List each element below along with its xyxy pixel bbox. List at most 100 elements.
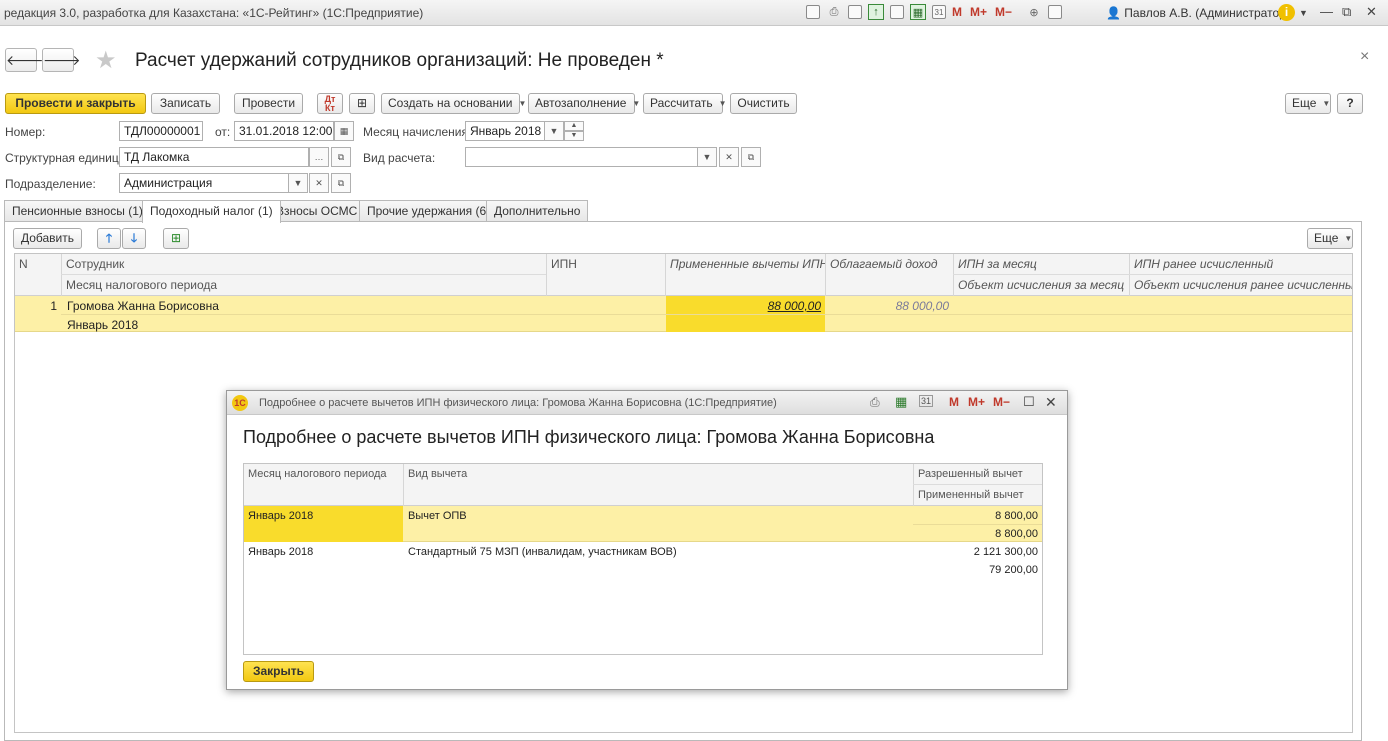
table-more-button[interactable]: Еще ▼ xyxy=(1307,228,1353,249)
deduction-type-value[interactable]: Вычет ОПВ xyxy=(408,510,467,522)
allowed-deduction-value[interactable]: 8 800,00 xyxy=(914,510,1038,522)
info-icon[interactable]: i xyxy=(1278,4,1295,21)
applied-deductions-value[interactable]: 88 000,00 xyxy=(666,299,821,313)
col-applied-deduction[interactable]: Примененный вычет xyxy=(914,489,1042,501)
close-form-icon[interactable]: × xyxy=(1360,48,1369,66)
deduction-type-value[interactable]: Стандартный 75 МЗП (инвалидам, участника… xyxy=(408,546,677,558)
print-icon[interactable]: ⎙ xyxy=(826,4,842,20)
add-row-button[interactable]: Добавить xyxy=(13,228,82,249)
panels-icon[interactable] xyxy=(1048,5,1063,19)
zoom-icon[interactable]: ⊕ xyxy=(1026,4,1042,20)
header-row-divider xyxy=(953,274,1352,275)
calendar-icon[interactable]: 31 xyxy=(932,5,946,19)
col-ipn-previous[interactable]: ИПН ранее исчисленный xyxy=(1130,257,1352,271)
autofill-button[interactable]: Автозаполнение ▼ xyxy=(528,93,640,114)
move-up-icon[interactable]: 🡑 xyxy=(97,228,121,249)
chevron-down-icon: ▼ xyxy=(718,99,727,109)
back-button[interactable]: 🡐 xyxy=(5,48,44,72)
memory-minus-button[interactable]: M− xyxy=(993,395,1010,409)
dialog-window-title: Подробнее о расчете вычетов ИПН физическ… xyxy=(259,397,777,409)
memory-m-button[interactable]: M xyxy=(949,395,959,409)
memory-plus-button[interactable]: M+ xyxy=(968,395,985,409)
close-button[interactable]: Закрыть xyxy=(243,661,314,682)
department-field[interactable]: Администрация xyxy=(119,173,289,193)
table-more-label: Еще xyxy=(1314,231,1339,245)
tab-additional[interactable]: Дополнительно xyxy=(486,200,589,222)
calc-type-field[interactable] xyxy=(465,147,698,167)
applied-deduction-value[interactable]: 8 800,00 xyxy=(914,528,1038,540)
restore-icon[interactable]: ⧉ xyxy=(1342,4,1351,20)
date-field[interactable]: 31.01.2018 12:00:0 xyxy=(234,121,334,141)
allowed-deduction-value[interactable]: 2 121 300,00 xyxy=(914,546,1038,558)
structure-icon[interactable]: ⊞ xyxy=(349,93,375,114)
tax-month-value[interactable]: Январь 2018 xyxy=(248,510,313,522)
tab-pension[interactable]: Пенсионные взносы (1) xyxy=(4,200,151,222)
col-tax-month[interactable]: Месяц налогового периода xyxy=(244,468,403,480)
col-taxable-income[interactable]: Облагаемый доход xyxy=(826,257,953,271)
memory-minus-button[interactable]: M− xyxy=(995,4,1012,20)
open-icon[interactable]: ⧉ xyxy=(331,147,351,167)
print-setup-icon[interactable] xyxy=(890,5,904,19)
maximize-icon[interactable]: ☐ xyxy=(1023,394,1035,410)
memory-plus-button[interactable]: M+ xyxy=(970,4,987,20)
calc-type-dropdown-icon[interactable]: ▼ xyxy=(697,147,717,167)
calculator-icon[interactable]: ▦ xyxy=(910,4,926,20)
close-dialog-icon[interactable]: ✕ xyxy=(1045,394,1057,411)
col-applied-deductions[interactable]: Примененные вычеты ИПН xyxy=(666,257,825,271)
month-dropdown-icon[interactable]: ▼ xyxy=(544,121,564,141)
tab-other-deductions[interactable]: Прочие удержания (6) xyxy=(359,200,499,222)
clear-icon[interactable]: ✕ xyxy=(309,173,329,193)
month-down-icon[interactable]: ▼ xyxy=(564,131,584,141)
help-button[interactable]: ? xyxy=(1337,93,1363,114)
accrual-month-field[interactable]: Январь 2018 xyxy=(465,121,545,141)
open-icon[interactable]: ⧉ xyxy=(741,147,761,167)
fill-table-icon[interactable]: ⊞ xyxy=(163,228,189,249)
tab-osms[interactable]: Взносы ОСМС xyxy=(268,200,366,222)
minimize-icon[interactable]: — xyxy=(1320,4,1333,19)
user-menu[interactable]: 👤 Павлов А.В. (Администратор) xyxy=(1106,6,1290,20)
save-button[interactable]: Записать xyxy=(151,93,220,114)
col-allowed-deduction[interactable]: Разрешенный вычет xyxy=(914,468,1042,480)
post-and-close-button[interactable]: Провести и закрыть xyxy=(5,93,146,114)
tab-income-tax[interactable]: Подоходный налог (1) xyxy=(142,200,281,223)
forward-button[interactable]: 🡒 xyxy=(42,48,81,72)
applied-deduction-value[interactable]: 79 200,00 xyxy=(914,564,1038,576)
preview-icon[interactable] xyxy=(848,5,862,19)
clear-button[interactable]: Очистить xyxy=(730,93,797,114)
col-tax-object-previous[interactable]: Объект исчисления ранее исчисленный xyxy=(1130,278,1352,292)
structural-unit-field[interactable]: ТД Лакомка xyxy=(119,147,309,167)
col-employee[interactable]: Сотрудник xyxy=(62,257,546,271)
post-button[interactable]: Провести xyxy=(234,93,303,114)
upload-icon[interactable]: ↑ xyxy=(868,4,884,20)
col-n[interactable]: N xyxy=(15,257,61,271)
number-field[interactable]: ТДЛ00000001 xyxy=(119,121,203,141)
col-tax-month[interactable]: Месяц налогового периода xyxy=(62,278,546,292)
employee-name[interactable]: Громова Жанна Борисовна xyxy=(67,299,219,313)
col-deduction-type[interactable]: Вид вычета xyxy=(404,468,913,480)
calendar-picker-icon[interactable]: ▦ xyxy=(334,121,354,141)
tax-month-value[interactable]: Январь 2018 xyxy=(67,318,138,332)
select-ellipsis-icon[interactable]: … xyxy=(309,147,329,167)
clear-icon[interactable]: ✕ xyxy=(719,147,739,167)
more-button[interactable]: Еще ▼ xyxy=(1285,93,1331,114)
move-down-icon[interactable]: 🡓 xyxy=(122,228,146,249)
tax-month-value[interactable]: Январь 2018 xyxy=(248,546,313,558)
info-dropdown-icon[interactable]: ▼ xyxy=(1299,8,1308,18)
open-icon[interactable]: ⧉ xyxy=(331,173,351,193)
taxable-income-value[interactable]: 88 000,00 xyxy=(826,299,949,313)
debit-credit-icon[interactable]: Дт Кт xyxy=(317,93,343,114)
col-tax-object-month[interactable]: Объект исчисления за месяц xyxy=(954,278,1129,292)
month-up-icon[interactable]: ▲ xyxy=(564,121,584,131)
calendar-icon[interactable]: 31 xyxy=(919,395,934,407)
close-window-icon[interactable]: ✕ xyxy=(1366,4,1377,20)
col-ipn-month[interactable]: ИПН за месяц xyxy=(954,257,1129,271)
print-icon[interactable]: ⎙ xyxy=(870,395,880,410)
col-ipn[interactable]: ИПН xyxy=(547,257,665,271)
department-dropdown-icon[interactable]: ▼ xyxy=(288,173,308,193)
calculate-button[interactable]: Рассчитать ▼ xyxy=(643,93,727,114)
memory-m-button[interactable]: M xyxy=(952,4,962,20)
calculator-icon[interactable]: ▦ xyxy=(895,394,907,410)
favorite-star-icon[interactable]: ★ xyxy=(95,46,117,75)
create-based-button[interactable]: Создать на основании ▼ xyxy=(381,93,526,114)
save-icon[interactable] xyxy=(806,5,820,19)
